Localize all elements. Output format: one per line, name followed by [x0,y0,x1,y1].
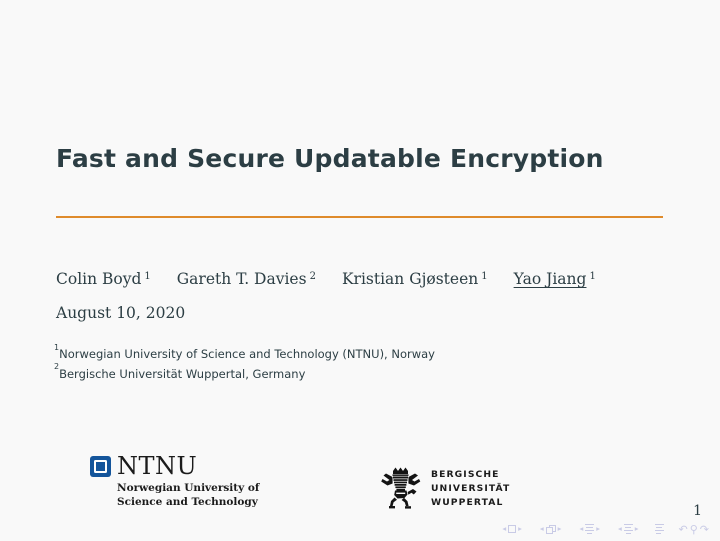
wuppertal-line: WUPPERTAL [431,497,504,509]
author-affiliation-mark: 1 [144,271,151,282]
bergischer-lion-icon [381,467,421,509]
wuppertal-logo: BERGISCHE UNIVERSITÄT WUPPERTAL [380,466,510,512]
section-icon[interactable] [623,523,633,535]
subsection-icon[interactable] [585,523,595,535]
affiliation-list: 1Norwegian University of Science and Tec… [54,342,435,384]
go-back-icon[interactable]: ↶ [678,524,689,535]
search-icon[interactable]: ⚲ [689,524,699,535]
affiliation-text: Bergische Universität Wuppertal, Germany [59,366,306,381]
author-entry: Colin Boyd 1 [56,270,151,288]
author-name: Kristian Gjøsteen [341,270,479,288]
prev-frame-icon[interactable]: ◂ [538,525,546,533]
presentation-slide: Fast and Secure Updatable Encryption Col… [0,0,720,541]
author-entry: Kristian Gjøsteen 1 [342,270,488,288]
wuppertal-wordmark: BERGISCHE UNIVERSITÄT WUPPERTAL [431,468,510,511]
author-affiliation-mark: 1 [589,271,596,282]
ntnu-logo: NTNU Norwegian University of Science and… [90,454,259,509]
go-forward-icon[interactable]: ↷ [699,524,710,535]
nav-group-history[interactable]: ↶ ⚲ ↷ [678,524,711,535]
next-subsection-icon[interactable]: ▸ [594,525,602,533]
page-title: Fast and Secure Updatable Encryption [56,144,604,173]
nav-group-slide[interactable]: ◂ ▸ [500,525,524,533]
nav-group-section[interactable]: ◂ ▸ [616,523,641,535]
next-section-icon[interactable]: ▸ [633,525,641,533]
prev-subsection-icon[interactable]: ◂ [577,525,585,533]
affiliation-text: Norwegian University of Science and Tech… [59,346,435,361]
next-slide-icon[interactable]: ▸ [516,525,524,533]
affiliation-mark: 1 [54,342,60,352]
page-number: 1 [693,503,702,519]
affiliation-item: 1Norwegian University of Science and Tec… [54,342,435,364]
ntnu-logo-top: NTNU [90,454,197,478]
author-entry: Gareth T. Davies 2 [177,270,316,288]
nav-group-presentation[interactable] [654,523,664,535]
affiliation-mark: 2 [54,362,60,372]
next-frame-icon[interactable]: ▸ [556,525,564,533]
ntnu-wordmark: NTNU [117,452,198,480]
prev-section-icon[interactable]: ◂ [616,525,624,533]
frame-stack-icon[interactable] [545,524,556,534]
ntnu-tagline: Norwegian University of Science and Tech… [117,481,259,509]
nav-group-frame[interactable]: ◂ ▸ [538,524,564,534]
presenting-author-name: Yao Jiang [513,270,587,288]
wuppertal-line: UNIVERSITÄT [431,482,511,494]
author-name: Colin Boyd [56,270,142,288]
beamer-navigation-bar[interactable]: ◂ ▸ ◂ ▸ ◂ ▸ ◂ ▸ ↶ ⚲ ↷ [500,521,710,537]
author-affiliation-mark: 2 [309,271,316,282]
affiliation-item: 2Bergische Universität Wuppertal, German… [54,362,435,384]
author-affiliation-mark: 1 [481,271,488,282]
title-block: Fast and Secure Updatable Encryption [56,144,666,174]
ntnu-tagline-line: Science and Technology [117,496,258,509]
nav-group-subsection[interactable]: ◂ ▸ [577,523,602,535]
ntnu-square-mark-icon [90,455,111,477]
wuppertal-line: BERGISCHE [431,468,500,480]
prev-slide-icon[interactable]: ◂ [500,525,508,533]
author-entry: Yao Jiang 1 [514,270,596,288]
title-divider-rule [56,216,663,218]
author-list: Colin Boyd 1 Gareth T. Davies 2 Kristian… [56,270,676,288]
presentation-icon[interactable] [654,523,664,535]
author-name: Gareth T. Davies [176,270,307,288]
presentation-date: August 10, 2020 [56,304,186,322]
slide-icon[interactable] [508,525,517,533]
ntnu-tagline-line: Norwegian University of [117,482,260,494]
